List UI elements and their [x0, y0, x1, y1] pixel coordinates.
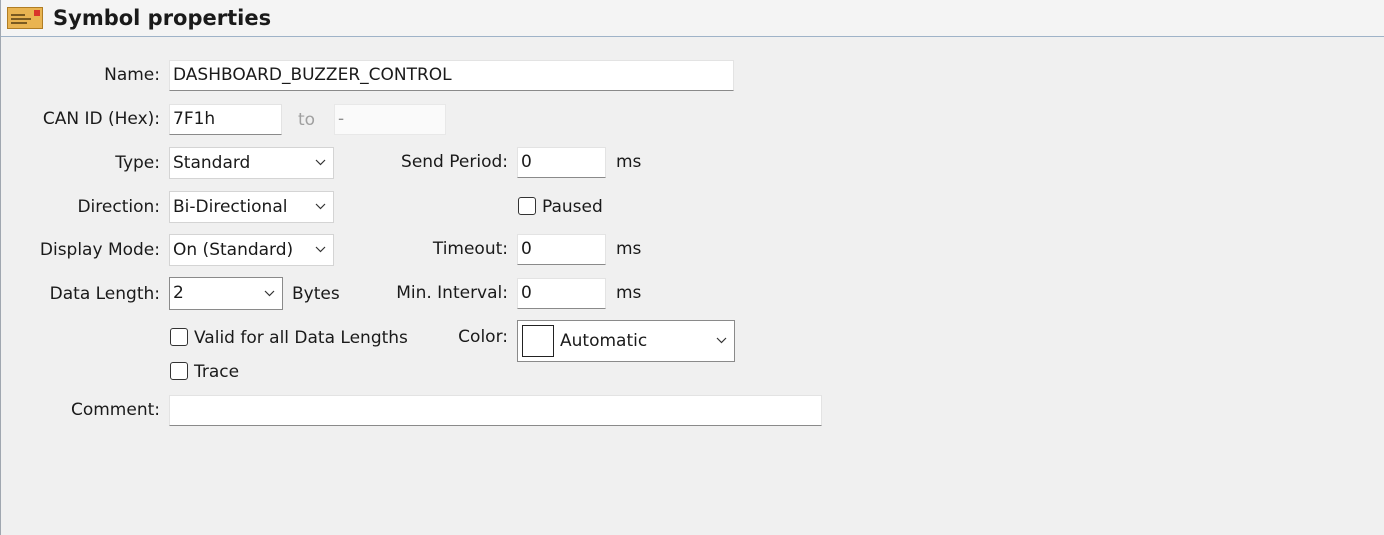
chevron-down-icon — [716, 337, 727, 344]
direction-dropdown-value: Bi-Directional — [173, 197, 288, 217]
name-input[interactable]: DASHBOARD_BUZZER_CONTROL — [169, 60, 734, 91]
min-interval-input[interactable]: 0 — [517, 278, 606, 309]
chevron-down-icon — [315, 159, 326, 166]
color-dropdown-value: Automatic — [560, 331, 648, 351]
header-bar: Symbol properties — [1, 0, 1384, 37]
trace-label: Trace — [194, 362, 240, 382]
symbol-properties-window: Symbol properties Name: DASHBOARD_BUZZER… — [0, 0, 1384, 535]
display-mode-dropdown[interactable]: On (Standard) — [169, 234, 334, 266]
trace-checkbox[interactable]: Trace — [170, 361, 239, 383]
send-period-label: Send Period: — [401, 152, 508, 172]
data-length-dropdown-value: 2 — [173, 283, 184, 303]
type-dropdown[interactable]: Standard — [169, 147, 334, 179]
min-interval-label: Min. Interval: — [396, 283, 508, 303]
min-interval-unit: ms — [616, 283, 642, 303]
valid-all-lengths-checkbox[interactable]: Valid for all Data Lengths — [170, 327, 408, 349]
comment-label: Comment: — [70, 400, 160, 420]
display-mode-label: Display Mode: — [39, 240, 160, 260]
chevron-down-icon — [264, 290, 275, 296]
paused-label: Paused — [542, 197, 603, 217]
name-label: Name: — [104, 65, 160, 85]
display-mode-dropdown-value: On (Standard) — [173, 240, 294, 260]
valid-all-lengths-label: Valid for all Data Lengths — [194, 328, 408, 348]
chevron-down-icon — [315, 203, 326, 210]
can-id-label: CAN ID (Hex): — [42, 109, 160, 129]
comment-input[interactable] — [169, 395, 822, 426]
data-length-dropdown[interactable]: 2 — [169, 277, 283, 310]
can-id-input[interactable]: 7F1h — [169, 104, 282, 135]
paused-checkbox[interactable]: Paused — [518, 196, 603, 218]
page-title: Symbol properties — [53, 6, 272, 30]
data-length-label: Data Length: — [49, 284, 160, 304]
can-id-to-input: - — [334, 104, 446, 135]
send-period-unit: ms — [616, 152, 642, 172]
direction-label: Direction: — [77, 197, 160, 217]
can-id-to-label: to — [298, 110, 316, 130]
data-length-unit: Bytes — [292, 284, 340, 304]
type-dropdown-value: Standard — [173, 153, 251, 173]
send-period-input[interactable]: 0 — [517, 147, 606, 178]
color-label: Color: — [458, 327, 508, 347]
direction-dropdown[interactable]: Bi-Directional — [169, 191, 334, 223]
timeout-unit: ms — [616, 239, 642, 259]
timeout-input[interactable]: 0 — [517, 234, 606, 265]
envelope-icon — [7, 7, 43, 29]
checkbox-box[interactable] — [518, 197, 536, 215]
type-label: Type: — [115, 153, 160, 173]
checkbox-box[interactable] — [170, 328, 188, 346]
color-swatch — [522, 325, 554, 357]
checkbox-box[interactable] — [170, 362, 188, 380]
chevron-down-icon — [315, 246, 326, 253]
timeout-label: Timeout: — [432, 239, 508, 259]
color-dropdown[interactable]: Automatic — [517, 320, 735, 362]
